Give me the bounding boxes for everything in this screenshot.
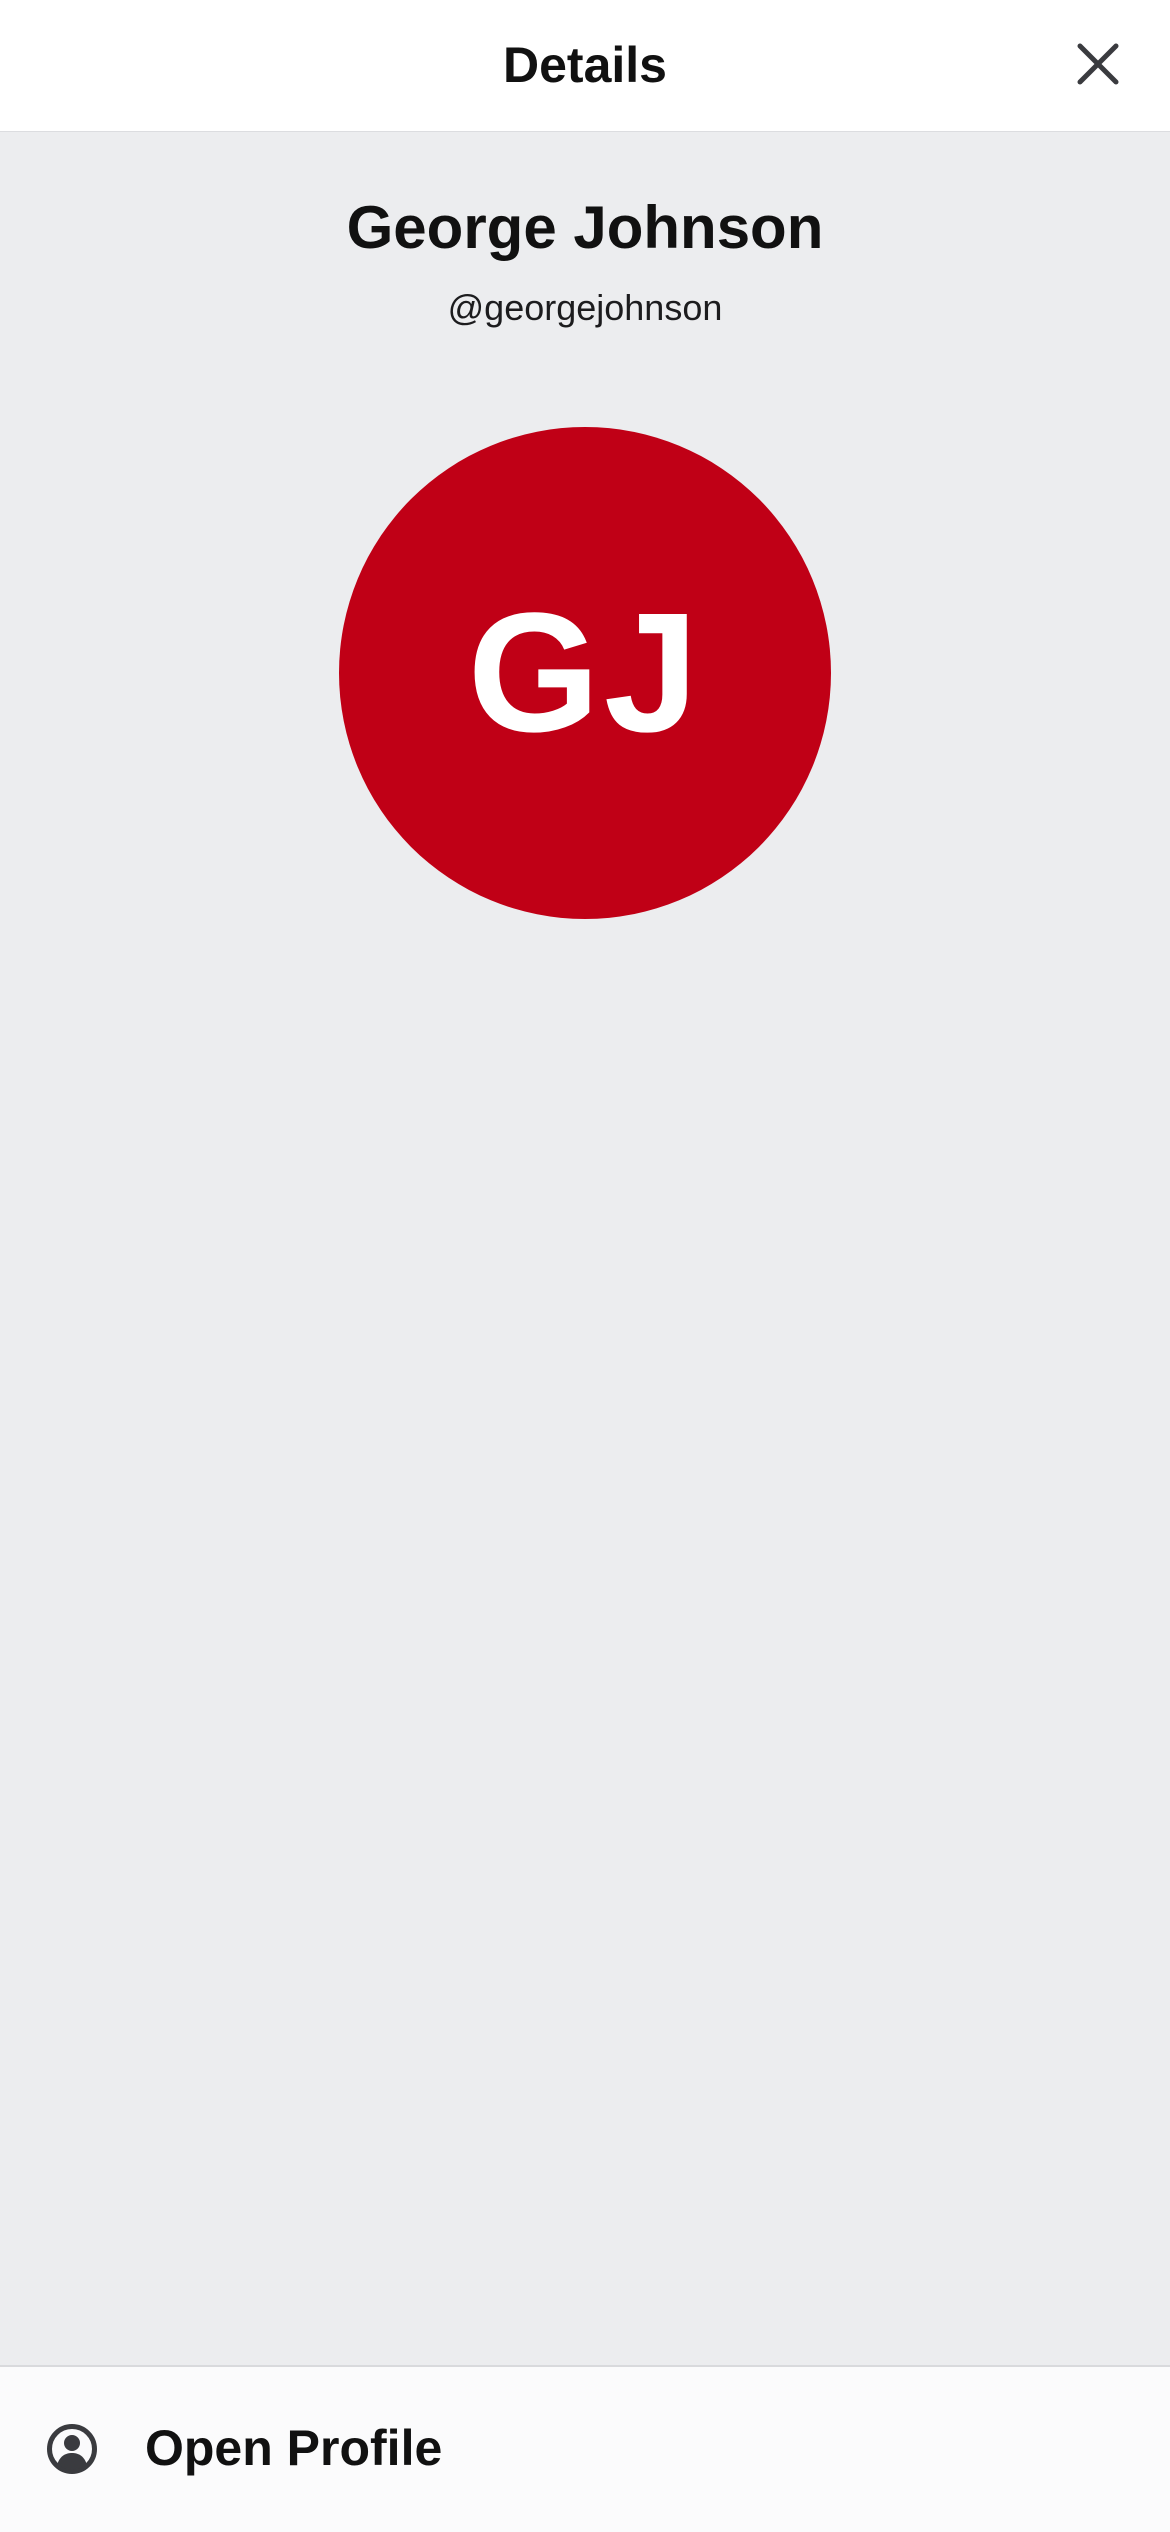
header-bar: Details bbox=[0, 0, 1170, 132]
user-circle-icon bbox=[47, 2424, 97, 2474]
bottom-action-bar: Open Profile bbox=[0, 2365, 1170, 2532]
avatar-initials: GJ bbox=[467, 578, 703, 768]
open-profile-button[interactable]: Open Profile bbox=[0, 2367, 1170, 2532]
details-screen: Details George Johnson @georgejohnson GJ… bbox=[0, 0, 1170, 2532]
page-title: Details bbox=[503, 37, 667, 93]
close-button[interactable] bbox=[1064, 30, 1132, 98]
profile-handle: @georgejohnson bbox=[447, 287, 723, 328]
profile-name: George Johnson bbox=[346, 194, 824, 261]
open-profile-label: Open Profile bbox=[145, 2420, 443, 2476]
close-icon bbox=[1077, 43, 1119, 85]
avatar: GJ bbox=[339, 427, 831, 919]
